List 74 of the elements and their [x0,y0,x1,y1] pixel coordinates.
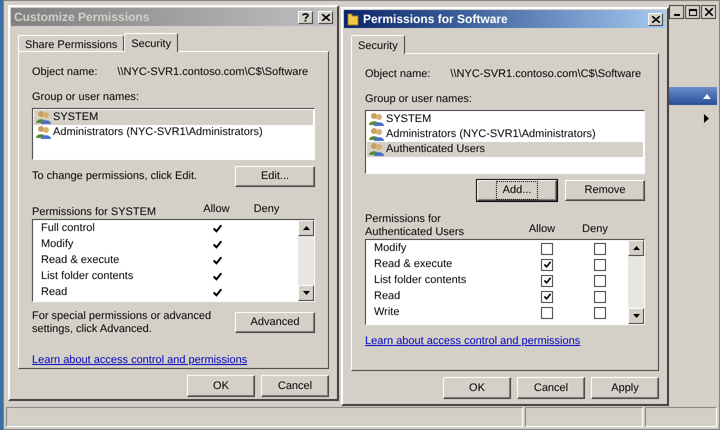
button[interactable]: Cancel [517,377,585,399]
window-title: Customize Permissions [14,9,150,26]
hint-text: For special permissions or advanced settings, click Advanced. [32,310,212,336]
scrollbar[interactable] [298,220,314,300]
expand-arrow-icon[interactable] [704,114,709,123]
column-header: Deny [252,202,280,217]
collapse-icon[interactable] [703,94,711,98]
scroll-up-icon[interactable] [632,246,640,250]
button[interactable]: Cancel [261,375,329,397]
field-label: Group or user names: [32,90,140,105]
field-label: Object name: [365,66,430,82]
field-label: Group or user names: [365,92,473,107]
checkbox[interactable] [594,290,606,302]
window-title: Permissions for Software [363,11,508,28]
scrollbar[interactable] [628,240,644,324]
checkbox[interactable] [541,242,553,254]
button[interactable]: Remove [565,180,645,201]
checkbox[interactable] [541,258,553,270]
user-list-item[interactable]: Authenticated Users [367,142,643,156]
column-header: Allow [202,202,231,217]
folder-icon [347,12,359,26]
button[interactable]: Apply [591,377,659,399]
users-icon [369,112,385,126]
help-link[interactable]: Learn about access control and permissions [32,352,248,368]
users-icon [369,127,385,141]
permission-name: Read [373,289,400,304]
permission-name: List folder contents [373,273,466,288]
field-label: Permissions for Authenticated Users [365,212,466,238]
tab[interactable]: Share Permissions [18,35,124,51]
user-list-item[interactable]: SYSTEM [367,112,643,126]
permission-name: Modify [373,241,406,256]
help-link[interactable]: Learn about access control and permissions [365,332,580,349]
field-label: Object name: [32,64,98,80]
checkbox[interactable] [594,258,606,270]
checkbox[interactable] [541,306,553,318]
checkbox[interactable] [541,290,553,302]
close-icon[interactable] [701,5,716,19]
users-icon [36,110,52,124]
button[interactable]: OK [443,377,511,399]
button[interactable]: Edit... [235,166,315,187]
permission-name: Write [373,305,400,320]
permission-name: Read [40,285,68,300]
checkbox[interactable] [594,274,606,286]
minimize-icon[interactable] [669,5,684,19]
hint-text: To change permissions, click Edit. [32,168,198,184]
status-bar-panel [645,407,717,427]
help-icon[interactable] [298,10,313,24]
column-header: Deny [581,222,609,237]
column-header: Allow [528,222,556,237]
button[interactable]: Add... [477,180,557,201]
permission-name: Read & execute [40,253,120,268]
user-list-item[interactable]: Administrators (NYC-SVR1\Administrators) [367,126,643,142]
advanced-button[interactable]: Advanced [235,312,315,333]
scroll-up-icon[interactable] [302,226,310,230]
permission-name: List folder contents [40,269,134,284]
users-icon [36,125,52,139]
button[interactable]: OK [187,375,255,397]
checkbox[interactable] [594,242,606,254]
tab[interactable]: Security [351,35,405,54]
users-icon [369,142,385,156]
scroll-down-icon[interactable] [302,290,310,294]
field-label: Permissions for SYSTEM [32,206,158,218]
object-path: \\NYC-SVR1.contoso.com\C$\Software [450,66,642,82]
maximize-icon[interactable] [685,5,700,19]
checkbox[interactable] [541,274,553,286]
object-path: \\NYC-SVR1.contoso.com\C$\Software [117,64,308,80]
tab[interactable]: Security [124,33,178,52]
checkbox[interactable] [594,306,606,318]
permission-name: Read & execute [373,257,452,272]
scroll-down-icon[interactable] [632,314,640,318]
user-list-item[interactable]: Administrators (NYC-SVR1\Administrators) [34,124,313,140]
user-list-item[interactable]: SYSTEM [34,110,313,124]
permission-name: Full control [40,221,95,236]
permission-name: Modify [40,237,74,252]
